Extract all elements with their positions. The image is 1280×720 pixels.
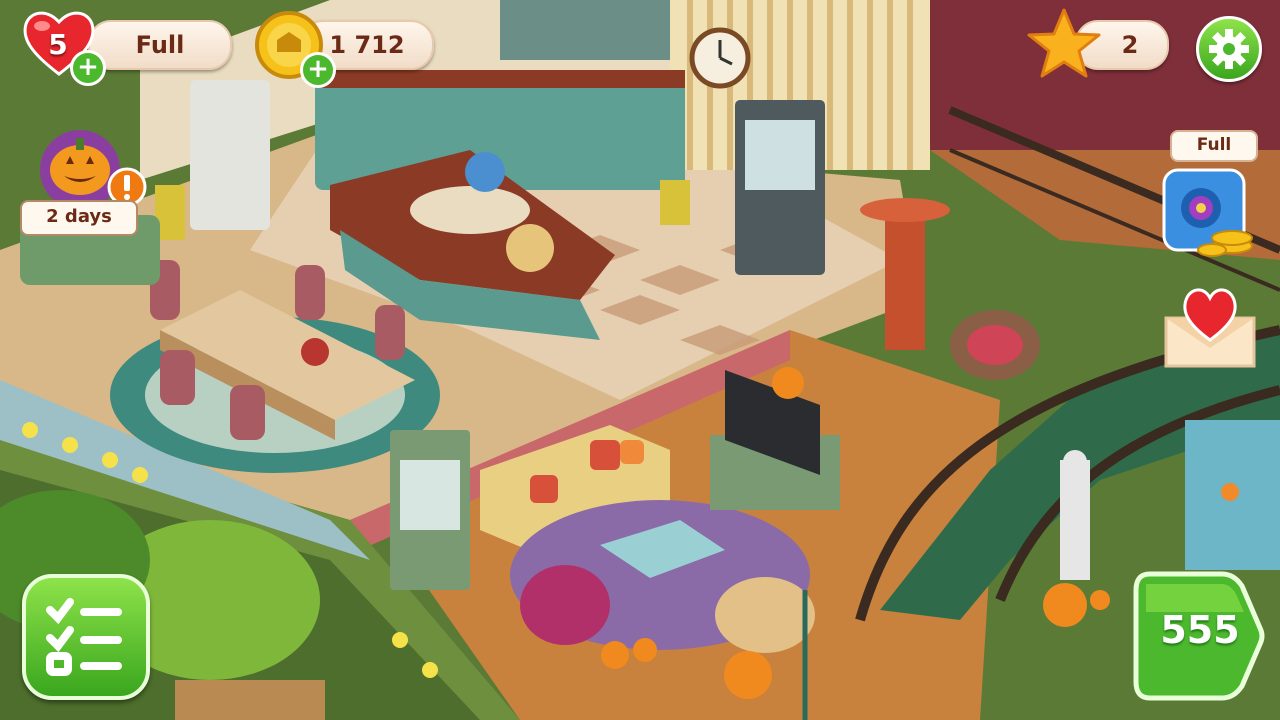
mail-button[interactable]: [1160, 278, 1260, 373]
statue: [1060, 460, 1090, 580]
coins-amount: 1 712: [329, 31, 405, 59]
heart-envelope-icon: [1164, 288, 1256, 368]
fridge: [190, 80, 270, 230]
play-level-label: 555: [1160, 608, 1240, 652]
add-coins-button[interactable]: +: [300, 52, 336, 88]
piggy-bank-icon: [1162, 168, 1253, 257]
pink-armchair: [520, 565, 610, 645]
star-icon: [1027, 8, 1101, 78]
lives-count: 5: [48, 28, 68, 61]
settings-button[interactable]: [1196, 16, 1262, 82]
task-list-icon: [46, 598, 122, 676]
cat-tree: [885, 200, 925, 350]
tasks-button[interactable]: [22, 574, 150, 700]
piggy-bank-status: Full: [1170, 130, 1258, 162]
piggy-bank-button[interactable]: [1156, 160, 1256, 260]
stars-amount: 2: [1121, 31, 1139, 59]
add-lives-button[interactable]: +: [70, 50, 106, 86]
lives-status-label: Full: [135, 31, 185, 59]
gear-icon: [1209, 29, 1249, 69]
game-scene: [0, 0, 1280, 720]
event-timer: 2 days: [20, 200, 138, 236]
cream-armchair: [715, 577, 815, 653]
lives-status-pill[interactable]: Full: [88, 20, 232, 70]
